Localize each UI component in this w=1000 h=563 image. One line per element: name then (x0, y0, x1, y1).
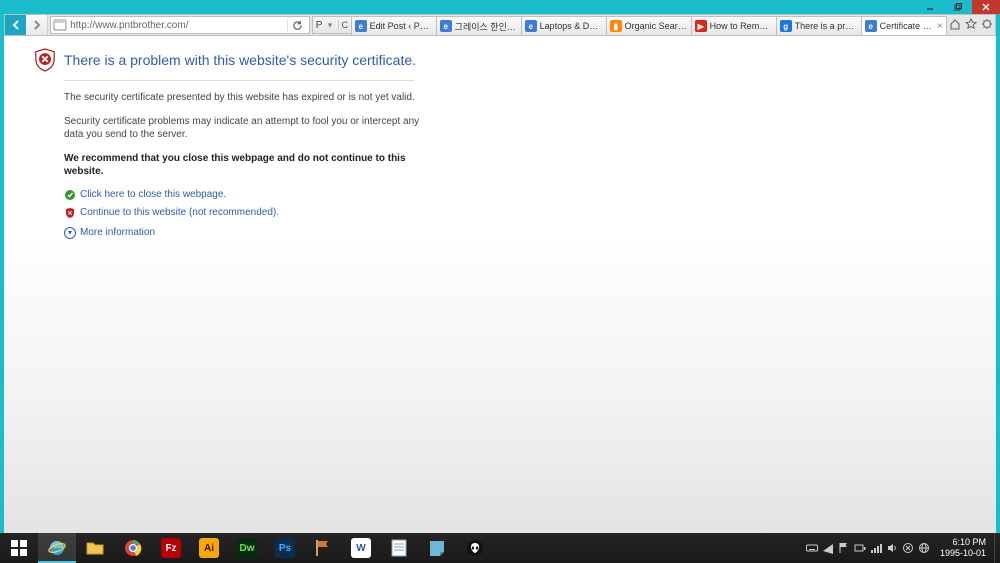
ok-icon (64, 189, 76, 201)
internet-explorer-icon (47, 538, 67, 558)
ie-toolbar: P ▾ C eEdit Post ‹ P&T IT ...e그레이스 한인교회e… (4, 14, 996, 36)
systray-globe-icon[interactable] (916, 533, 932, 563)
search-box[interactable]: P ▾ C (312, 16, 352, 34)
window-minimize-button[interactable] (916, 0, 944, 14)
tab-favicon-icon: e (525, 20, 537, 32)
ie-right-controls (947, 15, 995, 35)
shield-error-icon (34, 48, 56, 72)
systray-speaker-icon[interactable] (884, 533, 900, 563)
taskbar: Fz Ai Dw Ps W 6:10 PM 1995-10-01 (0, 533, 1000, 563)
taskbar-clock[interactable]: 6:10 PM 1995-10-01 (932, 537, 994, 559)
taskbar-app-notepad[interactable] (380, 533, 418, 563)
taskbar-app-sticky-notes[interactable] (418, 533, 456, 563)
tab-close-button[interactable]: × (937, 21, 943, 32)
taskbar-app-filezilla[interactable]: Fz (152, 533, 190, 563)
systray-sync-icon[interactable] (900, 533, 916, 563)
cert-msg-warning: Security certificate problems may indica… (64, 115, 424, 142)
arrow-left-icon (9, 18, 23, 32)
more-information-link[interactable]: More information (80, 227, 155, 238)
tab-favicon-icon: ▮ (610, 20, 622, 32)
tab-favicon-icon: e (355, 20, 367, 32)
taskbar-app-internet-explorer[interactable] (38, 533, 76, 563)
url-input[interactable] (70, 20, 287, 31)
stop-button[interactable]: C (338, 20, 349, 30)
page-title: There is a problem with this website's s… (64, 52, 416, 68)
filezilla-icon: Fz (161, 538, 181, 558)
browser-tab[interactable]: e그레이스 한인교회 (436, 16, 522, 35)
clock-date: 1995-10-01 (940, 548, 986, 559)
systray-keyboard-icon[interactable] (804, 533, 820, 563)
tab-favicon-icon: g (780, 20, 792, 32)
taskbar-app-start[interactable] (0, 533, 38, 563)
show-desktop-button[interactable] (994, 533, 1000, 563)
tab-label: Organic Search Tr... (625, 21, 688, 31)
taskbar-app-illustrator[interactable]: Ai (190, 533, 228, 563)
continue-website-link[interactable]: Continue to this website (not recommende… (80, 207, 279, 218)
alien-app-icon (465, 538, 485, 558)
chrome-icon (123, 538, 143, 558)
tab-label: Certificate Erro... (880, 21, 935, 31)
taskbar-app-app-flag[interactable] (304, 533, 342, 563)
tab-label: Edit Post ‹ P&T IT ... (370, 21, 433, 31)
systray-flag-white-icon[interactable] (836, 533, 852, 563)
close-webpage-link[interactable]: Click here to close this webpage. (80, 189, 226, 200)
close-icon (981, 2, 991, 12)
taskbar-app-alien-app[interactable] (456, 533, 494, 563)
window-restore-button[interactable] (944, 0, 972, 14)
word-icon: W (351, 538, 371, 558)
tab-favicon-icon: e (440, 20, 452, 32)
browser-tab[interactable]: eLaptops & Deskto... (521, 16, 607, 35)
tab-label: How to Remove S... (710, 21, 773, 31)
refresh-button[interactable] (287, 20, 307, 31)
tab-label: 그레이스 한인교회 (455, 20, 518, 33)
divider (64, 80, 414, 81)
browser-tab[interactable]: ▶How to Remove S... (691, 16, 777, 35)
sticky-notes-icon (427, 538, 447, 558)
taskbar-app-photoshop[interactable]: Ps (266, 533, 304, 563)
taskbar-app-dreamweaver[interactable]: Dw (228, 533, 266, 563)
file-explorer-icon (85, 538, 105, 558)
cert-msg-expired: The security certificate presented by th… (64, 91, 424, 105)
browser-tab[interactable]: gThere is a proble... (776, 16, 862, 35)
clock-time: 6:10 PM (940, 537, 986, 548)
search-provider-label: P (316, 20, 323, 31)
photoshop-icon: Ps (275, 538, 295, 558)
notepad-icon (389, 538, 409, 558)
expand-icon[interactable]: ▾ (64, 227, 76, 239)
illustrator-icon: Ai (199, 538, 219, 558)
address-bar[interactable] (50, 16, 310, 34)
browser-tab[interactable]: eEdit Post ‹ P&T IT ... (351, 16, 437, 35)
start-icon (9, 538, 29, 558)
cert-recommendation: We recommend that you close this webpage… (64, 152, 424, 179)
favorites-button[interactable] (965, 18, 977, 33)
tab-label: There is a proble... (795, 21, 858, 31)
arrow-right-icon (30, 18, 44, 32)
minimize-icon (925, 2, 935, 12)
tab-label: Laptops & Deskto... (540, 21, 603, 31)
site-favicon-icon (53, 18, 67, 32)
nav-forward-button[interactable] (26, 15, 48, 35)
home-button[interactable] (949, 18, 961, 33)
tab-favicon-icon: e (865, 20, 877, 32)
page-viewport: There is a problem with this website's s… (4, 36, 996, 533)
systray-bars-icon[interactable] (868, 533, 884, 563)
app-flag-icon (313, 538, 333, 558)
tab-strip: eEdit Post ‹ P&T IT ...e그레이스 한인교회eLaptop… (352, 15, 947, 35)
systray-action-icon[interactable] (820, 533, 836, 563)
tools-button[interactable] (981, 18, 993, 33)
taskbar-app-file-explorer[interactable] (76, 533, 114, 563)
browser-tab[interactable]: ▮Organic Search Tr... (606, 16, 692, 35)
shield-small-icon (64, 207, 76, 219)
window-close-button[interactable] (972, 0, 1000, 14)
restore-icon (953, 2, 963, 12)
nav-back-button[interactable] (5, 15, 26, 35)
taskbar-app-word[interactable]: W (342, 533, 380, 563)
browser-tab[interactable]: eCertificate Erro...× (861, 16, 947, 35)
systray-signal-icon[interactable] (852, 533, 868, 563)
tab-favicon-icon: ▶ (695, 20, 707, 32)
taskbar-app-chrome[interactable] (114, 533, 152, 563)
dreamweaver-icon: Dw (237, 538, 257, 558)
